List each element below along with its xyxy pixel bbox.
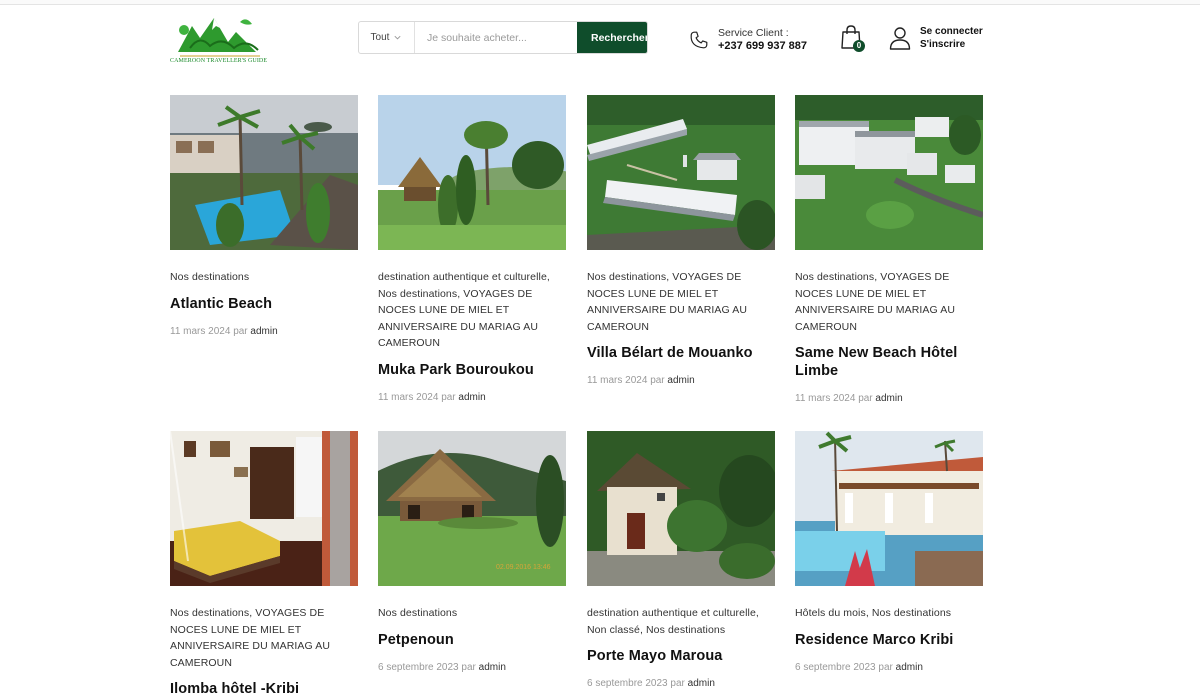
post-meta: 11 mars 2024 par admin (378, 392, 566, 403)
post-image: 02.09.2016 13:46 (378, 431, 566, 586)
post-thumbnail[interactable] (170, 431, 358, 586)
post-thumbnail[interactable]: 02.09.2016 13:46 (378, 431, 566, 586)
post-title[interactable]: Muka Park Bouroukou (378, 361, 566, 379)
post-card: destination authentique et culturelle, N… (587, 431, 775, 689)
post-title[interactable]: Atlantic Beach (170, 295, 358, 313)
site-logo[interactable]: CAMEROON TRAVELLER'S GUIDE (170, 12, 270, 66)
post-date: 11 mars 2024 (795, 393, 856, 404)
post-by: par (650, 375, 665, 386)
post-image (795, 431, 983, 586)
post-card: Nos destinations, VOYAGES DE NOCES LUNE … (170, 431, 358, 698)
post-categories[interactable]: destination authentique et culturelle, N… (587, 605, 775, 638)
post-meta: 11 mars 2024 par admin (170, 326, 358, 337)
phone-icon (690, 31, 708, 49)
service-label: Service Client : (718, 27, 789, 39)
post-categories[interactable]: Nos destinations, VOYAGES DE NOCES LUNE … (587, 269, 775, 335)
search-category-value: Tout (370, 32, 390, 43)
post-meta: 11 mars 2024 par admin (587, 375, 775, 386)
service-phone[interactable]: +237 699 937 887 (718, 40, 807, 53)
post-author[interactable]: admin (479, 662, 506, 673)
search-bar: Tout Rechercher (358, 21, 648, 54)
cart-count-badge: 0 (853, 40, 865, 52)
post-author[interactable]: admin (896, 662, 923, 673)
post-categories[interactable]: Nos destinations (170, 269, 358, 286)
post-card: Nos destinations, VOYAGES DE NOCES LUNE … (795, 95, 983, 404)
post-image (378, 95, 566, 250)
post-by: par (461, 661, 476, 673)
post-meta: 6 septembre 2023 par admin (795, 662, 983, 673)
post-date: 6 septembre 2023 (795, 661, 876, 673)
post-image (170, 431, 358, 586)
post-date: 6 septembre 2023 (587, 678, 668, 689)
post-card: Nos destinations Atlantic Beach 11 mars … (170, 95, 358, 337)
post-author[interactable]: admin (667, 375, 694, 386)
post-author[interactable]: admin (875, 393, 902, 404)
post-card: Nos destinations, VOYAGES DE NOCES LUNE … (587, 95, 775, 386)
post-author[interactable]: admin (458, 392, 485, 403)
logo-text: CAMEROON TRAVELLER'S GUIDE (170, 58, 268, 64)
post-categories[interactable]: Nos destinations, VOYAGES DE NOCES LUNE … (795, 269, 983, 335)
post-meta: 6 septembre 2023 par admin (587, 678, 775, 689)
post-categories[interactable]: Nos destinations (378, 605, 566, 622)
post-image (795, 95, 983, 250)
post-thumbnail[interactable] (587, 431, 775, 586)
search-input[interactable] (415, 22, 577, 53)
photo-date-stamp: 02.09.2016 13:46 (496, 564, 551, 571)
post-thumbnail[interactable] (587, 95, 775, 250)
post-categories[interactable]: Hôtels du mois, Nos destinations (795, 605, 983, 622)
login-link[interactable]: Se connecter (920, 25, 983, 38)
post-title[interactable]: Residence Marco Kribi (795, 631, 983, 649)
post-author[interactable]: admin (250, 326, 277, 337)
user-icon (889, 27, 911, 50)
site-header: CAMEROON TRAVELLER'S GUIDE Tout Recherch… (0, 5, 1200, 75)
post-meta: 11 mars 2024 par admin (795, 393, 983, 404)
post-title[interactable]: Ilomba hôtel -Kribi (170, 680, 358, 698)
post-image (587, 95, 775, 250)
logo-mark-icon (178, 18, 260, 57)
chevron-down-icon (394, 35, 401, 40)
post-card: 02.09.2016 13:46 Nos destinations Petpen… (378, 431, 566, 673)
post-date: 11 mars 2024 (587, 375, 648, 386)
post-author[interactable]: admin (688, 678, 715, 689)
post-by: par (858, 393, 873, 404)
post-thumbnail[interactable] (170, 95, 358, 250)
post-card: Hôtels du mois, Nos destinations Residen… (795, 431, 983, 673)
post-image (587, 431, 775, 586)
search-button[interactable]: Rechercher (577, 22, 647, 53)
post-card: destination authentique et culturelle, N… (378, 95, 566, 403)
post-title[interactable]: Porte Mayo Maroua (587, 647, 775, 665)
post-image (170, 95, 358, 250)
post-thumbnail[interactable] (795, 95, 983, 250)
post-title[interactable]: Same New Beach Hôtel Limbe (795, 344, 983, 380)
post-date: 11 mars 2024 (378, 391, 439, 403)
post-title[interactable]: Villa Bélart de Mouanko (587, 344, 775, 362)
post-by: par (670, 678, 685, 689)
register-link[interactable]: S'inscrire (920, 38, 983, 51)
customer-service: Service Client : +237 699 937 887 (688, 25, 807, 55)
post-thumbnail[interactable] (378, 95, 566, 250)
post-title[interactable]: Petpenoun (378, 631, 566, 649)
post-date: 6 septembre 2023 (378, 661, 459, 673)
post-thumbnail[interactable] (795, 431, 983, 586)
cart-button[interactable]: 0 (840, 24, 866, 54)
post-categories[interactable]: destination authentique et culturelle, N… (378, 269, 566, 352)
post-by: par (233, 325, 248, 337)
post-by: par (441, 391, 456, 403)
post-categories[interactable]: Nos destinations, VOYAGES DE NOCES LUNE … (170, 605, 358, 671)
search-category-select[interactable]: Tout (359, 22, 415, 53)
post-by: par (878, 661, 893, 673)
post-meta: 6 septembre 2023 par admin (378, 662, 566, 673)
account-menu: Se connecter S'inscrire (889, 25, 983, 51)
post-date: 11 mars 2024 (170, 325, 231, 337)
